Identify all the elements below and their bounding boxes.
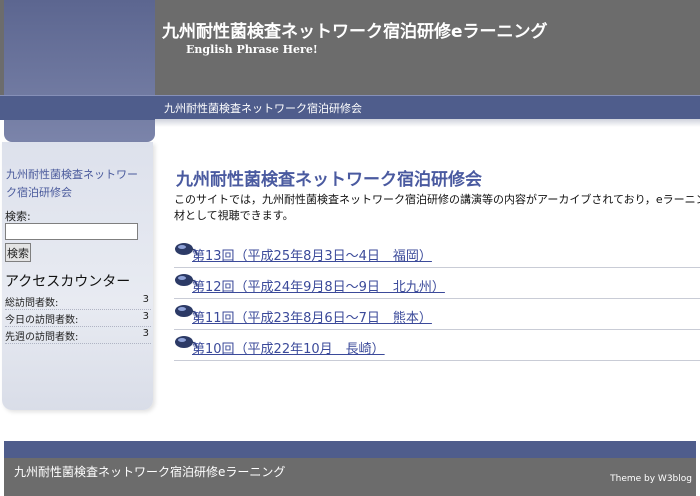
nav-link-home[interactable]: 九州耐性菌検査ネットワーク宿泊研修会 — [164, 100, 362, 116]
session-item[interactable]: 第12回（平成24年9月8日～9日 北九州） — [174, 268, 700, 299]
counter-label: 先週の訪問者数: — [5, 332, 79, 343]
counter-row-today: 今日の訪問者数: 3 — [5, 309, 151, 327]
theme-credit[interactable]: Theme by W3blog — [610, 474, 692, 484]
intro-text: このサイトでは，九州耐性菌検査ネットワーク宿泊研修の講演等の内容がアーカイブされ… — [174, 193, 700, 222]
footer-band — [4, 441, 696, 458]
session-link[interactable]: 第11回（平成23年8月6日～7日 熊本） — [192, 307, 432, 326]
session-link[interactable]: 第10回（平成22年10月 長崎） — [192, 338, 385, 357]
session-item[interactable]: 第13回（平成25年8月3日～4日 福岡） — [174, 237, 700, 268]
session-link[interactable]: 第12回（平成24年9月8日～9日 北九州） — [192, 276, 445, 295]
search-label: 検索: — [5, 210, 31, 223]
session-link[interactable]: 第13回（平成25年8月3日～4日 福岡） — [192, 245, 432, 264]
session-item[interactable]: 第11回（平成23年8月6日～7日 熊本） — [174, 299, 700, 330]
counter-label: 総訪問者数: — [5, 298, 59, 309]
counter-value: 3 — [142, 311, 149, 322]
sidebar-site-link[interactable]: 九州耐性菌検査ネットワーク宿泊研修会 — [6, 166, 148, 202]
footer-title: 九州耐性菌検査ネットワーク宿泊研修eラーニング — [14, 465, 286, 479]
header-shadow — [155, 119, 700, 127]
site-title[interactable]: 九州耐性菌検査ネットワーク宿泊研修eラーニング — [162, 17, 548, 42]
counter-value: 3 — [142, 328, 149, 339]
counter-value: 3 — [142, 294, 149, 305]
page-title: 九州耐性菌検査ネットワーク宿泊研修会 — [176, 170, 482, 190]
counter-row-total: 総訪問者数: 3 — [5, 292, 151, 310]
counter-label: 今日の訪問者数: — [5, 315, 79, 326]
search-button[interactable]: 検索 — [5, 243, 31, 262]
counter-row-lastweek: 先週の訪問者数: 3 — [5, 326, 151, 344]
access-counter-title: アクセスカウンター — [5, 274, 131, 290]
search-input[interactable] — [5, 223, 138, 240]
header-logo-block — [4, 0, 155, 142]
site-subtitle: English Phrase Here! — [186, 43, 318, 56]
session-item[interactable]: 第10回（平成22年10月 長崎） — [174, 330, 700, 361]
